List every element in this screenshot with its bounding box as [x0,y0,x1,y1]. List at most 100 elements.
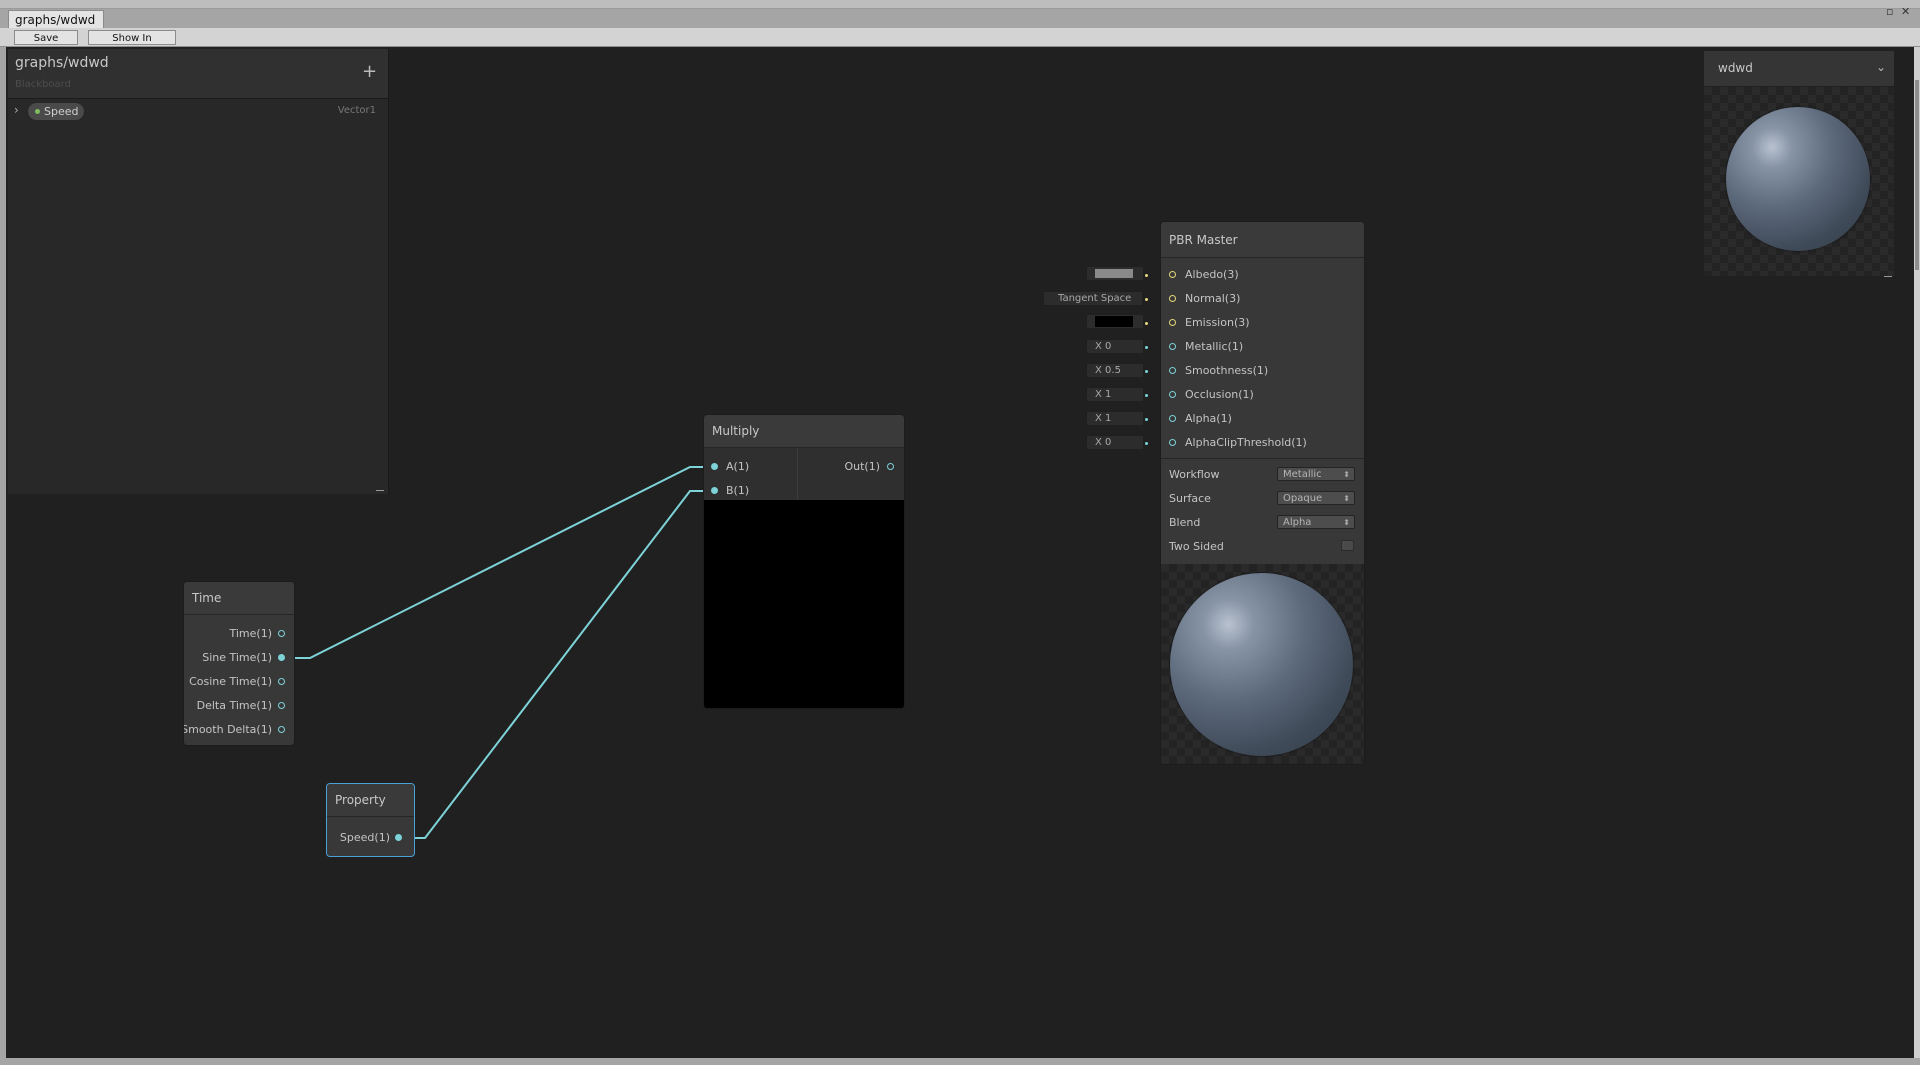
port-cosine-time-icon[interactable] [278,678,285,685]
multiply-node-title: Multiply [704,415,904,448]
input-albedo: Albedo(3) [1185,268,1239,281]
smoothness-input[interactable]: X 0.5 [1086,363,1144,378]
alpha-clip-connector-icon [1145,442,1148,445]
chevron-down-icon[interactable]: ⌄ [1876,60,1886,74]
port-normal-icon[interactable] [1169,295,1176,302]
output-smooth-delta: Smooth Delta(1) [184,723,272,736]
multiply-ports: A(1) B(1) Out(1) [704,448,904,500]
input-occlusion: Occlusion(1) [1185,388,1254,401]
two-sided-label: Two Sided [1169,540,1224,553]
property-node[interactable]: Property Speed(1) [327,784,414,856]
input-a: A(1) [726,460,750,473]
blend-label: Blend [1169,516,1201,529]
port-smoothness-icon[interactable] [1169,367,1176,374]
output-sine-time: Sine Time(1) [202,651,272,664]
port-metallic-icon[interactable] [1169,343,1176,350]
output-delta-time: Delta Time(1) [196,699,272,712]
albedo-input[interactable] [1086,266,1144,281]
blend-dropdown[interactable]: Alpha ⬍ [1277,515,1355,529]
normal-connector-icon [1145,298,1148,301]
port-sine-time-icon[interactable] [278,654,285,661]
input-alpha: Alpha(1) [1185,412,1232,425]
input-b: B(1) [726,484,750,497]
main-preview-sphere [1726,107,1870,251]
preview-sphere [1170,573,1353,756]
settings-divider [1161,458,1364,459]
emission-color-swatch[interactable] [1095,316,1133,327]
surface-dropdown[interactable]: Opaque ⬍ [1277,491,1355,505]
input-alpha-clip: AlphaClipThreshold(1) [1185,436,1307,449]
workflow-dropdown[interactable]: Metallic ⬍ [1277,467,1355,481]
metallic-connector-icon [1145,346,1148,349]
port-alpha-clip-icon[interactable] [1169,439,1176,446]
edge-sine-to-a [289,466,707,659]
property-type: Vector1 [337,105,376,116]
port-delta-time-icon[interactable] [278,702,285,709]
two-sided-checkbox[interactable] [1341,540,1354,551]
port-smooth-delta-icon[interactable] [278,726,285,733]
output-cosine-time: Cosine Time(1) [189,675,272,688]
property-name: Speed [44,105,79,118]
input-normal: Normal(3) [1185,292,1241,305]
alpha-clip-input[interactable]: X 0 [1086,435,1144,450]
property-row[interactable]: › Speed Vector1 [8,102,388,122]
workflow-label: Workflow [1169,468,1220,481]
multiply-node[interactable]: Multiply A(1) B(1) Out(1) [704,415,904,708]
port-a-icon[interactable] [711,463,718,470]
edge-speed-to-b [407,490,707,839]
surface-value: Opaque [1283,493,1323,504]
pbr-master-node[interactable]: PBR Master Albedo(3) Normal(3) Emission(… [1161,222,1364,764]
output-out: Out(1) [844,460,880,473]
dropdown-arrow-icon: ⬍ [1343,470,1350,479]
occlusion-connector-icon [1145,394,1148,397]
port-speed-icon[interactable] [395,834,402,841]
blackboard-subtitle: Blackboard [15,79,71,90]
port-out-icon[interactable] [887,463,894,470]
blackboard-resize-handle[interactable] [376,490,384,491]
output-time: Time(1) [229,627,272,640]
input-smoothness: Smoothness(1) [1185,364,1269,377]
preview-resize-handle[interactable] [1884,276,1892,277]
input-metallic: Metallic(1) [1185,340,1244,353]
output-speed: Speed(1) [339,831,390,844]
main-preview-title: wdwd [1718,61,1753,75]
occlusion-input[interactable]: X 1 [1086,387,1144,402]
port-albedo-icon[interactable] [1169,271,1176,278]
expand-arrow-icon[interactable]: › [14,103,19,117]
workflow-value: Metallic [1283,469,1322,480]
blackboard-panel: graphs/wdwd Blackboard + › Speed Vector1 [8,49,389,494]
port-b-icon[interactable] [711,487,718,494]
port-alpha-icon[interactable] [1169,415,1176,422]
multiply-preview [704,500,904,708]
main-preview-panel: wdwd ⌄ [1704,51,1894,276]
emission-connector-icon [1145,322,1148,325]
port-occlusion-icon[interactable] [1169,391,1176,398]
property-node-title: Property [327,784,414,817]
alpha-input[interactable]: X 1 [1086,411,1144,426]
port-emission-icon[interactable] [1169,319,1176,326]
shader-graph-window: graphs/wdwd ▫ ✕ Save Asset Show In Proje… [0,0,1920,1065]
port-time-icon[interactable] [278,630,285,637]
albedo-color-swatch[interactable] [1095,269,1133,278]
time-node-title: Time [184,582,294,615]
albedo-connector-icon [1145,274,1148,277]
property-dot-icon [35,109,40,114]
alpha-connector-icon [1145,418,1148,421]
time-node[interactable]: Time Time(1) Sine Time(1) Cosine Time(1)… [184,582,294,745]
smoothness-connector-icon [1145,370,1148,373]
main-preview-header[interactable]: wdwd ⌄ [1704,51,1894,87]
blend-value: Alpha [1283,517,1312,528]
blackboard-header: graphs/wdwd Blackboard + [8,49,388,99]
pbr-preview [1161,564,1364,764]
pbr-node-title: PBR Master [1161,222,1364,258]
emission-input[interactable] [1086,314,1144,329]
dropdown-arrow-icon: ⬍ [1343,518,1350,527]
dropdown-arrow-icon: ⬍ [1343,494,1350,503]
input-emission: Emission(3) [1185,316,1250,329]
surface-label: Surface [1169,492,1211,505]
metallic-input[interactable]: X 0 [1086,339,1144,354]
add-property-button[interactable]: + [362,61,377,82]
property-pill[interactable]: Speed [28,103,84,120]
normal-space-input[interactable]: Tangent Space [1043,291,1143,306]
main-preview-view[interactable] [1704,87,1894,276]
